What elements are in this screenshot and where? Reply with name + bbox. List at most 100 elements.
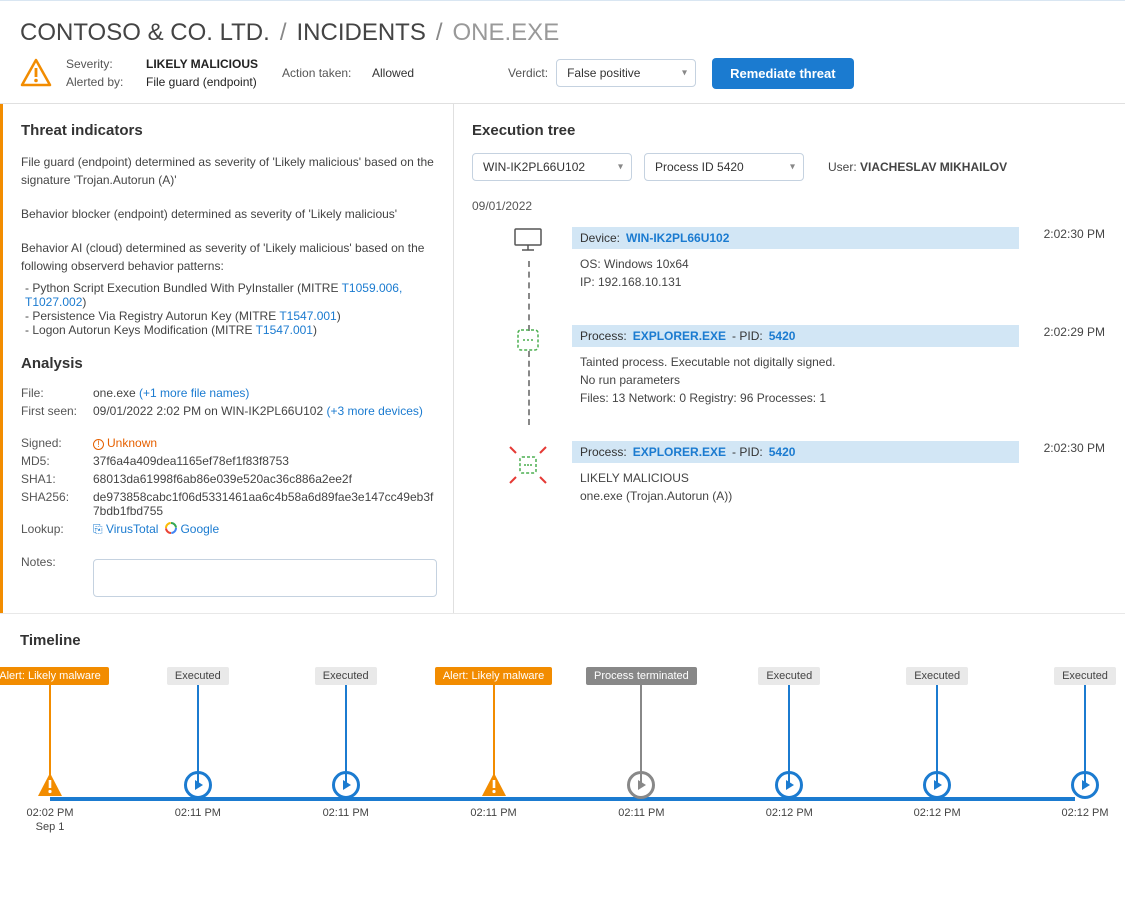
sha1-value: 68013da61998f6ab86e039e520ac36c886a2ee2f — [93, 472, 437, 486]
timeline-item[interactable]: Executed 02:11 PM — [133, 667, 263, 819]
timeline-time: 02:11 PM — [133, 807, 263, 819]
ti-para-1: File guard (endpoint) determined as seve… — [21, 153, 437, 189]
timeline-item[interactable]: Process terminated 02:11 PM — [576, 667, 706, 819]
virustotal-icon: ⎘ — [93, 522, 106, 536]
first-seen-value: 09/01/2022 2:02 PM on WIN-IK2PL66U102 — [93, 404, 323, 418]
timeline-item[interactable]: Executed 02:12 PM — [872, 667, 1002, 819]
md5-value: 37f6a4a409dea1165ef78ef1f83f8753 — [93, 454, 437, 468]
sha256-label: SHA256: — [21, 490, 93, 518]
warning-triangle-icon — [20, 57, 52, 89]
signed-value: !Unknown — [93, 436, 437, 450]
monitor-icon — [513, 227, 543, 253]
mitre-item: Python Script Execution Bundled With PyI… — [25, 281, 437, 309]
alerted-by-label: Alerted by: — [66, 75, 136, 89]
mitre-item: Logon Autorun Keys Modification (MITRE T… — [25, 323, 437, 337]
notes-input[interactable] — [93, 559, 437, 597]
threat-indicators-heading: Threat indicators — [21, 122, 437, 139]
timeline-tag: Alert: Likely malware — [0, 667, 109, 685]
sha256-value: de973858cabc1f06d5331461aa6c4b58a6d89fae… — [93, 490, 437, 518]
timeline-time: 02:12 PM — [724, 807, 854, 819]
google-icon — [165, 522, 180, 536]
verdict-label: Verdict: — [508, 66, 548, 80]
severity-value: LIKELY MALICIOUS — [146, 57, 258, 71]
process-icon — [517, 329, 539, 351]
timeline-tag: Executed — [1054, 667, 1116, 685]
breadcrumb-org[interactable]: CONTOSO & CO. LTD. — [20, 19, 270, 47]
severity-label: Severity: — [66, 57, 136, 71]
action-taken-label: Action taken: — [282, 66, 362, 80]
tree-node-process-selected[interactable]: Process: EXPLORER.EXE - PID: 5420 LIKELY… — [572, 441, 1105, 511]
process-target-icon — [504, 441, 552, 489]
timeline-item[interactable]: Executed 02:11 PM — [281, 667, 411, 819]
timeline: Alert: Likely malware02:02 PMSep 1Execut… — [20, 667, 1105, 867]
node-time: 2:02:30 PM — [1033, 441, 1105, 511]
timeline-tag: Alert: Likely malware — [435, 667, 552, 685]
first-seen-label: First seen: — [21, 404, 93, 418]
breadcrumb: CONTOSO & CO. LTD. / INCIDENTS / ONE.EXE — [0, 0, 1125, 51]
play-circle-icon — [923, 771, 951, 799]
timeline-item[interactable]: Executed 02:12 PM — [1020, 667, 1125, 819]
file-label: File: — [21, 386, 93, 400]
file-value: one.exe — [93, 386, 136, 400]
timeline-tag: Executed — [906, 667, 968, 685]
tree-date: 09/01/2022 — [472, 199, 1105, 213]
timeline-item[interactable]: Executed 02:12 PM — [724, 667, 854, 819]
timeline-tag: Process terminated — [586, 667, 697, 685]
timeline-time: 02:11 PM — [576, 807, 706, 819]
chevron-down-icon: ▾ — [790, 162, 795, 173]
timeline-time: 02:12 PM — [1020, 807, 1125, 819]
play-circle-icon — [332, 771, 360, 799]
mitre-link[interactable]: T1547.001 — [279, 309, 336, 323]
play-circle-icon — [627, 771, 655, 799]
mitre-list: Python Script Execution Bundled With PyI… — [21, 281, 437, 337]
alert-triangle-icon — [480, 771, 508, 799]
virustotal-link[interactable]: ⎘ VirusTotal — [93, 522, 158, 536]
node-time: 2:02:30 PM — [1033, 227, 1105, 297]
chevron-down-icon: ▾ — [618, 162, 623, 173]
signed-label: Signed: — [21, 436, 93, 450]
timeline-tag: Executed — [315, 667, 377, 685]
md5-label: MD5: — [21, 454, 93, 468]
sha1-label: SHA1: — [21, 472, 93, 486]
play-circle-icon — [775, 771, 803, 799]
timeline-time: 02:02 PM — [0, 807, 115, 819]
mitre-item: Persistence Via Registry Autorun Key (MI… — [25, 309, 437, 323]
remediate-threat-button[interactable]: Remediate threat — [712, 58, 853, 89]
tree-node-process[interactable]: Process: EXPLORER.EXE - PID: 5420 Tainte… — [572, 325, 1105, 413]
play-circle-icon — [184, 771, 212, 799]
play-circle-icon — [1071, 771, 1099, 799]
analysis-heading: Analysis — [21, 355, 437, 372]
notes-label: Notes: — [21, 555, 93, 597]
host-select[interactable]: WIN-IK2PL66U102 ▾ — [472, 153, 632, 181]
timeline-time: 02:11 PM — [281, 807, 411, 819]
timeline-date: Sep 1 — [0, 821, 115, 833]
breadcrumb-item: ONE.EXE — [453, 19, 560, 47]
pid-select[interactable]: Process ID 5420 ▾ — [644, 153, 804, 181]
verdict-select[interactable]: False positive ▾ — [556, 59, 696, 87]
timeline-item[interactable]: Alert: Likely malware 02:02 PM Sep 1 — [0, 667, 115, 833]
tree-node-device[interactable]: Device: WIN-IK2PL66U102 OS: Windows 10x6… — [572, 227, 1105, 297]
warning-circle-icon: ! — [93, 439, 104, 450]
timeline-tag: Executed — [758, 667, 820, 685]
timeline-time: 02:12 PM — [872, 807, 1002, 819]
timeline-heading: Timeline — [20, 632, 1105, 649]
ti-para-3: Behavior AI (cloud) determined as severi… — [21, 239, 437, 275]
user-label: User: VIACHESLAV MIKHAILOV — [828, 160, 1007, 174]
google-link[interactable]: Google — [165, 522, 219, 536]
breadcrumb-section[interactable]: INCIDENTS — [296, 19, 425, 47]
file-more-link[interactable]: (+1 more file names) — [139, 386, 249, 400]
execution-tree-heading: Execution tree — [472, 122, 1105, 139]
node-time: 2:02:29 PM — [1033, 325, 1105, 413]
timeline-tag: Executed — [167, 667, 229, 685]
first-seen-more-link[interactable]: (+3 more devices) — [327, 404, 423, 418]
timeline-item[interactable]: Alert: Likely malware 02:11 PM — [429, 667, 559, 819]
lookup-label: Lookup: — [21, 522, 93, 537]
chevron-down-icon: ▾ — [682, 68, 687, 79]
mitre-link[interactable]: T1547.001 — [256, 323, 313, 337]
alert-triangle-icon — [36, 771, 64, 799]
alerted-by-value: File guard (endpoint) — [146, 75, 257, 89]
action-taken-value: Allowed — [372, 66, 414, 80]
ti-para-2: Behavior blocker (endpoint) determined a… — [21, 205, 437, 223]
incident-header: Severity: LIKELY MALICIOUS Alerted by: F… — [0, 51, 1125, 104]
timeline-time: 02:11 PM — [429, 807, 559, 819]
